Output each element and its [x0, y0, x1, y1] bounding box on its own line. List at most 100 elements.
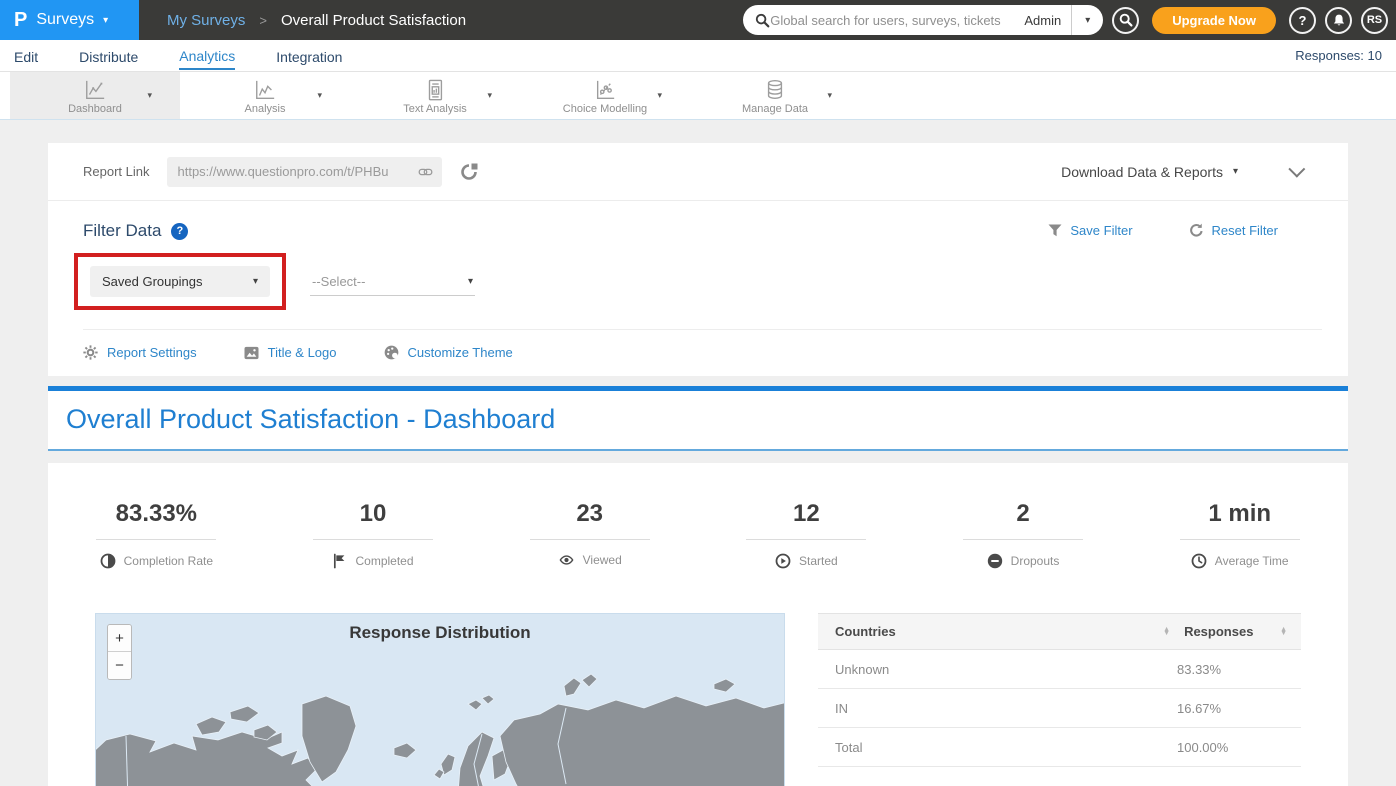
nav-analytics[interactable]: Analytics [179, 42, 235, 70]
tab-label: Text Analysis [403, 103, 467, 115]
tab-manage-data[interactable]: ▾ Manage Data [690, 72, 860, 119]
chevron-down-icon[interactable]: ▾ [657, 90, 662, 101]
scatter-chart-icon [593, 77, 617, 101]
link-icon[interactable] [417, 165, 434, 179]
chevron-down-icon[interactable]: ▾ [317, 90, 322, 101]
stat-value: 10 [360, 500, 387, 528]
stat-label: Started [799, 554, 838, 568]
tab-dashboard[interactable]: ▾ Dashboard [10, 72, 180, 119]
tab-label: Analysis [245, 103, 286, 115]
minus-circle-icon [987, 553, 1003, 569]
report-link-field[interactable]: https://www.questionpro.com/t/PHBu [167, 157, 442, 187]
countries-table: Countries ▲▼ Responses ▲▼ Unknown 83.33%… [818, 613, 1301, 786]
tab-label: Choice Modelling [563, 103, 647, 115]
product-switcher[interactable]: P Surveys ▾ [0, 0, 139, 40]
database-icon [764, 77, 786, 101]
stat-label: Dropouts [1011, 554, 1060, 568]
global-search: Admin ▾ [743, 5, 1103, 35]
chevron-down-icon: ▾ [1085, 15, 1090, 26]
responses-cell: 16.67% [1177, 701, 1287, 716]
nav-distribute[interactable]: Distribute [79, 43, 138, 69]
flag-icon [332, 553, 347, 569]
responses-cell: 83.33% [1177, 662, 1287, 677]
sort-icon[interactable]: ▲▼ [1280, 628, 1287, 636]
tab-text-analysis[interactable]: ▾ Text Analysis [350, 72, 520, 119]
tab-choice-modelling[interactable]: ▾ Choice Modelling [520, 72, 690, 119]
stat-value: 1 min [1208, 500, 1271, 528]
grouping-value-select[interactable]: --Select-- ▾ [310, 268, 475, 296]
stat-started: 12 Started [698, 500, 915, 569]
help-button[interactable]: ? [1289, 7, 1316, 34]
global-search-input[interactable] [770, 13, 1014, 28]
stat-label: Completed [355, 554, 413, 568]
column-responses[interactable]: Responses [1184, 624, 1280, 639]
title-logo-label: Title & Logo [268, 345, 337, 360]
response-distribution-map[interactable]: Response Distribution + − [95, 613, 785, 786]
responses-count[interactable]: Responses: 10 [1295, 48, 1382, 63]
image-icon [244, 346, 259, 360]
top-header: P Surveys ▾ My Surveys > Overall Product… [0, 0, 1396, 40]
search-scope-dropdown[interactable]: ▾ [1071, 5, 1103, 35]
country-cell: Total [835, 740, 1163, 755]
stat-completion-rate: 83.33% Completion Rate [48, 500, 265, 569]
column-countries[interactable]: Countries [835, 624, 1163, 639]
avatar[interactable]: RS [1361, 7, 1388, 34]
saved-groupings-value: Saved Groupings [102, 274, 253, 289]
stat-completed: 10 Completed [265, 500, 482, 569]
search-icon [1119, 13, 1133, 27]
chevron-down-icon[interactable]: ▾ [827, 90, 832, 101]
notifications-button[interactable] [1325, 7, 1352, 34]
table-row: Total 100.00% [818, 728, 1301, 767]
highlight-box: Saved Groupings ▾ [74, 253, 286, 310]
breadcrumb-my-surveys[interactable]: My Surveys [167, 12, 245, 29]
line-chart-icon [253, 77, 277, 101]
palette-icon [384, 345, 399, 360]
dashboard-title-card: Overall Product Satisfaction - Dashboard [48, 386, 1348, 451]
bell-icon [1332, 13, 1346, 28]
filter-zone: Filter Data ? Save Filter Reset Filter S… [48, 201, 1348, 376]
clock-icon [1191, 553, 1207, 569]
reset-filter-button[interactable]: Reset Filter [1189, 223, 1278, 238]
tab-analysis[interactable]: ▾ Analysis [180, 72, 350, 119]
chevron-down-icon[interactable]: ▾ [147, 90, 152, 101]
stat-value: 2 [1016, 500, 1029, 528]
report-link-label: Report Link [83, 164, 149, 179]
save-filter-button[interactable]: Save Filter [1048, 223, 1132, 238]
reset-filter-label: Reset Filter [1212, 223, 1278, 238]
download-data-reports[interactable]: Download Data & Reports ▾ [1061, 164, 1238, 180]
collapse-panel-icon[interactable] [1288, 160, 1305, 177]
sort-icon[interactable]: ▲▼ [1163, 628, 1170, 636]
dashboard-section: 83.33% Completion Rate 10 Completed 23 [48, 463, 1348, 786]
nav-edit[interactable]: Edit [14, 43, 38, 69]
saved-groupings-select[interactable]: Saved Groupings ▾ [90, 266, 270, 297]
grouping-value-placeholder: --Select-- [312, 274, 468, 289]
edit-link-icon[interactable] [460, 163, 478, 181]
breadcrumb-separator: > [259, 13, 267, 28]
eye-icon [558, 553, 575, 567]
report-settings-label: Report Settings [107, 345, 197, 360]
reset-icon [1189, 223, 1204, 238]
stat-value: 23 [576, 500, 603, 528]
world-map[interactable] [96, 644, 785, 786]
help-tooltip-icon[interactable]: ? [171, 223, 188, 240]
upgrade-now-button[interactable]: Upgrade Now [1152, 7, 1276, 34]
stat-value: 12 [793, 500, 820, 528]
stat-label: Viewed [583, 553, 622, 567]
app-name: Surveys [36, 11, 94, 29]
chevron-down-icon: ▾ [1233, 166, 1238, 177]
page-title: Overall Product Satisfaction - Dashboard [66, 404, 1330, 435]
title-logo-link[interactable]: Title & Logo [244, 345, 337, 360]
stat-label: Average Time [1215, 554, 1289, 568]
chevron-down-icon[interactable]: ▾ [487, 90, 492, 101]
responses-cell: 100.00% [1177, 740, 1287, 755]
report-settings-link[interactable]: Report Settings [83, 345, 197, 360]
stat-dropouts: 2 Dropouts [915, 500, 1132, 569]
stats-row: 83.33% Completion Rate 10 Completed 23 [48, 500, 1348, 569]
play-circle-icon [775, 553, 791, 569]
survey-nav: Edit Distribute Analytics Integration Re… [0, 40, 1396, 72]
customize-theme-link[interactable]: Customize Theme [384, 345, 513, 360]
customize-theme-label: Customize Theme [408, 345, 513, 360]
nav-integration[interactable]: Integration [276, 43, 342, 69]
questionpro-logo: P [14, 10, 27, 30]
search-button[interactable] [1112, 7, 1139, 34]
